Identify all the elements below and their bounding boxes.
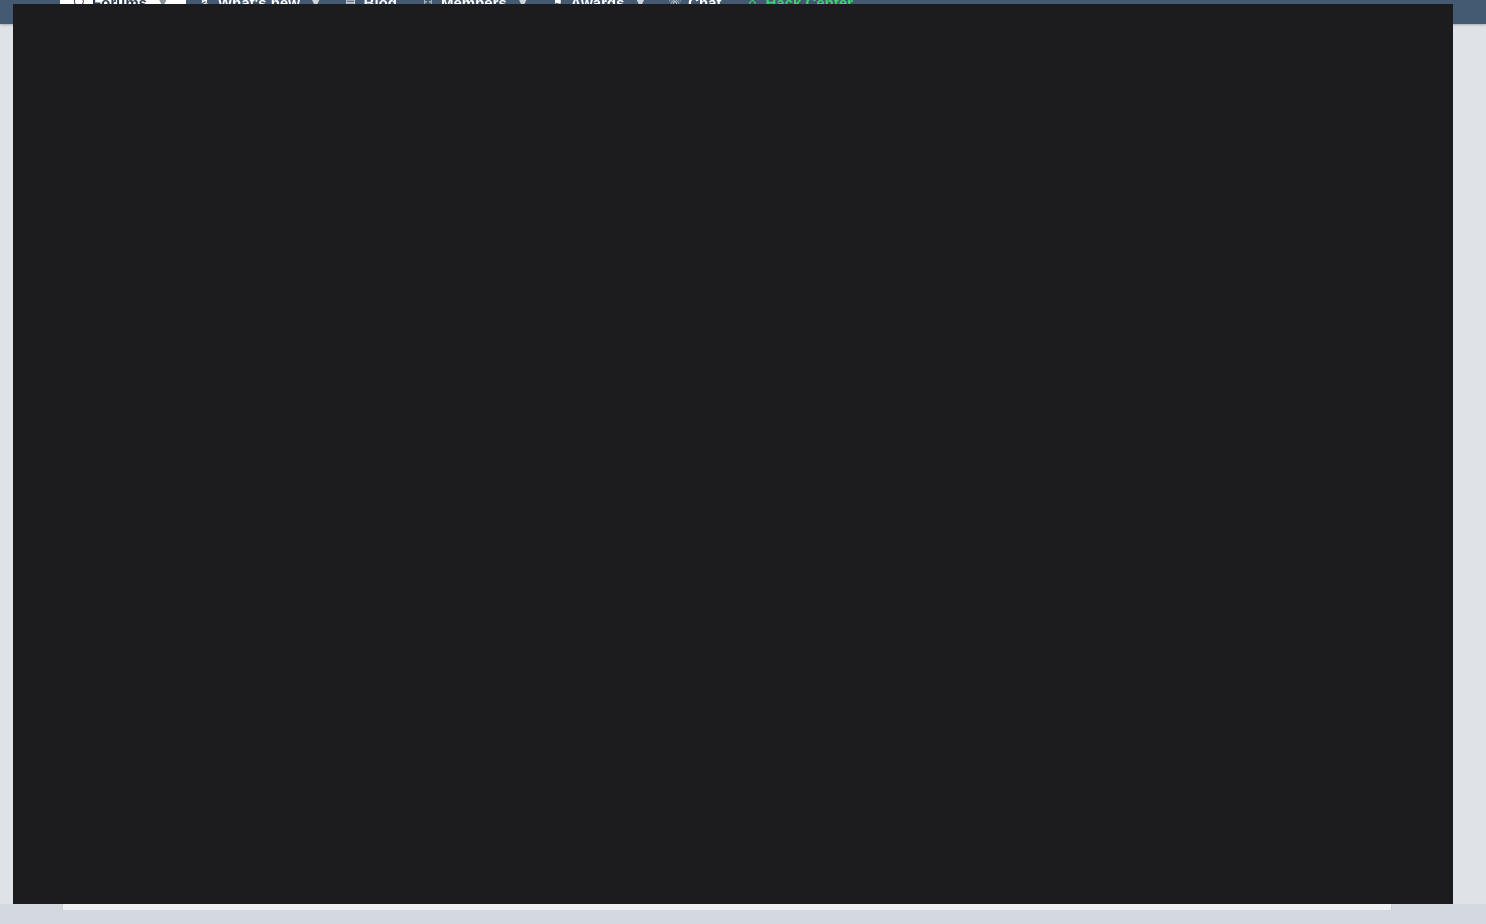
page: 🗨 Forums ▼ ↯ What's new ▼ ▤ Blog ⚇ Membe… [0, 0, 1486, 924]
content-panel-bottom-edge [62, 904, 1392, 910]
dark-overlay-panel [13, 4, 1453, 904]
